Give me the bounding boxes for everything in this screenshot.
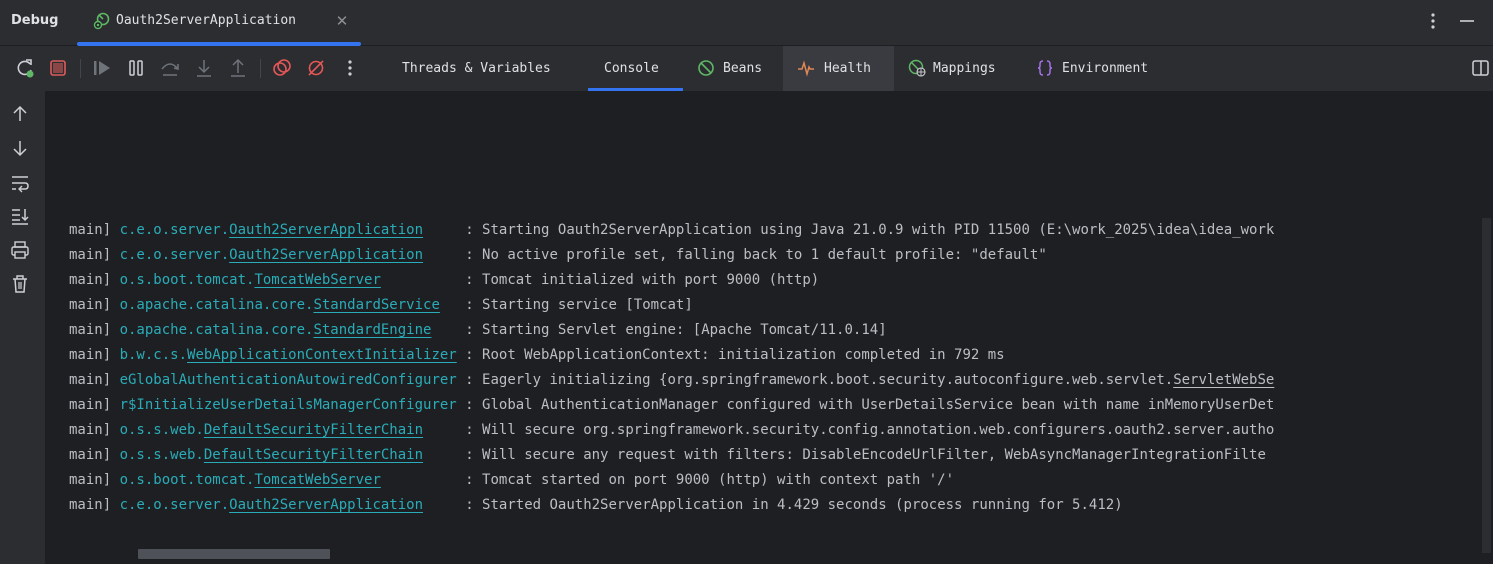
logger-name: c.e.o.server.Oauth2ServerApplication [119,247,424,263]
horizontal-scrollbar-thumb[interactable] [138,549,330,559]
pause-icon[interactable] [125,57,147,79]
tab-environment[interactable]: Environment [1024,46,1174,91]
run-configuration-tab[interactable]: Oauth2ServerApplication ✕ [77,0,361,46]
logger-class-link[interactable]: StandardEngine [313,322,431,338]
logger-class-link[interactable]: Oauth2ServerApplication [229,497,423,513]
log-line: main] c.e.o.server.Oauth2ServerApplicati… [69,247,1047,263]
clear-all-icon[interactable] [10,274,30,294]
rerun-icon[interactable] [14,57,36,79]
log-line: main] o.s.s.web.DefaultSecurityFilterCha… [69,422,1275,438]
step-into-icon[interactable] [193,57,215,79]
logger-name: o.s.boot.tomcat.TomcatWebServer [119,272,381,288]
soft-wrap-icon[interactable] [10,173,30,193]
mute-breakpoints-icon[interactable] [305,57,327,79]
log-message: : Starting service [Tomcat] [465,297,693,313]
tab-label: Threads & Variables [402,61,551,76]
logger-name: o.s.boot.tomcat.TomcatWebServer [119,472,381,488]
log-message: : Root WebApplicationContext: initializa… [465,347,1005,363]
toolbar-separator [260,59,261,78]
tab-console[interactable]: Console [588,46,683,91]
logger-class-link[interactable]: TomcatWebServer [254,272,380,288]
log-message: : Tomcat initialized with port 9000 (htt… [465,272,820,288]
log-line: main] o.apache.catalina.core.StandardEng… [69,322,887,338]
logger-class-link[interactable]: StandardService [313,297,439,313]
logger-name: eGlobalAuthenticationAutowiredConfigurer [119,372,457,388]
log-message: : No active profile set, falling back to… [465,247,1047,263]
logger-name: o.s.s.web.DefaultSecurityFilterChain [119,447,424,463]
log-message: : Global AuthenticationManager configure… [465,397,1275,413]
class-link[interactable]: ServletWebSe [1173,372,1274,388]
tab-label: Mappings [933,61,996,76]
more-options-icon[interactable] [339,57,361,79]
log-message: : Will secure any request with filters: … [465,447,1266,463]
logger-class-link[interactable]: DefaultSecurityFilterChain [204,447,423,463]
run-config-icon [93,12,110,30]
logger-name: b.w.c.s.WebApplicationContextInitializer [119,347,457,363]
debug-tool-window-header: Debug Oauth2ServerApplication ✕ [0,0,1493,46]
log-message: : Eagerly initializing {org.springframew… [465,372,1174,388]
logger-name: o.apache.catalina.core.StandardEngine [119,322,432,338]
tab-threads-variables[interactable]: Threads & Variables [390,46,586,91]
log-message: : Started Oauth2ServerApplication in 4.4… [465,497,1123,513]
tab-mappings[interactable]: Mappings [894,46,1020,91]
log-line: main] o.apache.catalina.core.StandardSer… [69,297,693,313]
tab-label: Environment [1062,61,1149,76]
up-arrow-icon[interactable] [10,104,30,124]
logger-class-link[interactable]: Oauth2ServerApplication [229,222,423,238]
stop-icon[interactable] [47,57,69,79]
resume-icon[interactable] [91,57,113,79]
log-message: : Starting Oauth2ServerApplication using… [465,222,1275,238]
console-side-toolbar [0,91,45,564]
close-icon[interactable]: ✕ [335,12,349,30]
log-message: : Tomcat started on port 9000 (http) wit… [465,472,955,488]
log-line: main] r$InitializeUserDetailsManagerConf… [69,397,1275,413]
logger-class-link[interactable]: Oauth2ServerApplication [229,247,423,263]
log-line: main] o.s.s.web.DefaultSecurityFilterCha… [69,447,1266,463]
log-line: main] o.s.boot.tomcat.TomcatWebServer : … [69,472,955,488]
tab-label: Health [824,61,871,76]
log-line: main] c.e.o.server.Oauth2ServerApplicati… [69,222,1275,238]
tab-health[interactable]: Health [783,46,894,91]
tab-label: Beans [723,61,763,76]
down-arrow-icon[interactable] [10,138,30,158]
health-icon [798,60,814,77]
logger-name: c.e.o.server.Oauth2ServerApplication [119,222,424,238]
toolbar-separator [80,59,81,78]
log-line: main] o.s.boot.tomcat.TomcatWebServer : … [69,272,820,288]
tool-window-title: Debug [11,13,59,28]
more-vertical-icon[interactable] [1421,10,1445,34]
minimize-icon[interactable] [1455,10,1479,34]
logger-name: r$InitializeUserDetailsManagerConfigurer [119,397,457,413]
logger-name: o.apache.catalina.core.StandardService [119,297,440,313]
log-message: : Starting Servlet engine: [Apache Tomca… [465,322,887,338]
log-line: main] b.w.c.s.WebApplicationContextIniti… [69,347,1005,363]
step-over-icon[interactable] [159,57,181,79]
run-tab-title: Oauth2ServerApplication [116,13,297,28]
tab-label: Console [604,61,659,76]
mappings-icon [908,59,926,77]
layout-settings-icon[interactable] [1470,57,1492,79]
logger-class-link[interactable]: TomcatWebServer [254,472,380,488]
log-message: : Will secure org.springframework.securi… [465,422,1275,438]
debug-toolbar: Threads & Variables Console Beans Health… [0,46,1493,91]
logger-name: c.e.o.server.Oauth2ServerApplication [119,497,424,513]
log-line: main] eGlobalAuthenticationAutowiredConf… [69,372,1275,388]
logger-name: o.s.s.web.DefaultSecurityFilterChain [119,422,424,438]
log-line: main] c.e.o.server.Oauth2ServerApplicati… [69,497,1123,513]
logger-class-link[interactable]: WebApplicationContextInitializer [187,347,457,363]
logger-class-link[interactable]: DefaultSecurityFilterChain [204,422,423,438]
vertical-scrollbar[interactable] [1482,218,1491,553]
view-breakpoints-icon[interactable] [271,57,293,79]
print-icon[interactable] [10,240,30,260]
console-output[interactable]: main] c.e.o.server.Oauth2ServerApplicati… [45,91,1493,564]
beans-icon [698,60,714,76]
environment-icon [1037,60,1053,76]
step-out-icon[interactable] [227,57,249,79]
tab-beans[interactable]: Beans [683,46,783,91]
scroll-to-end-icon[interactable] [10,206,30,226]
